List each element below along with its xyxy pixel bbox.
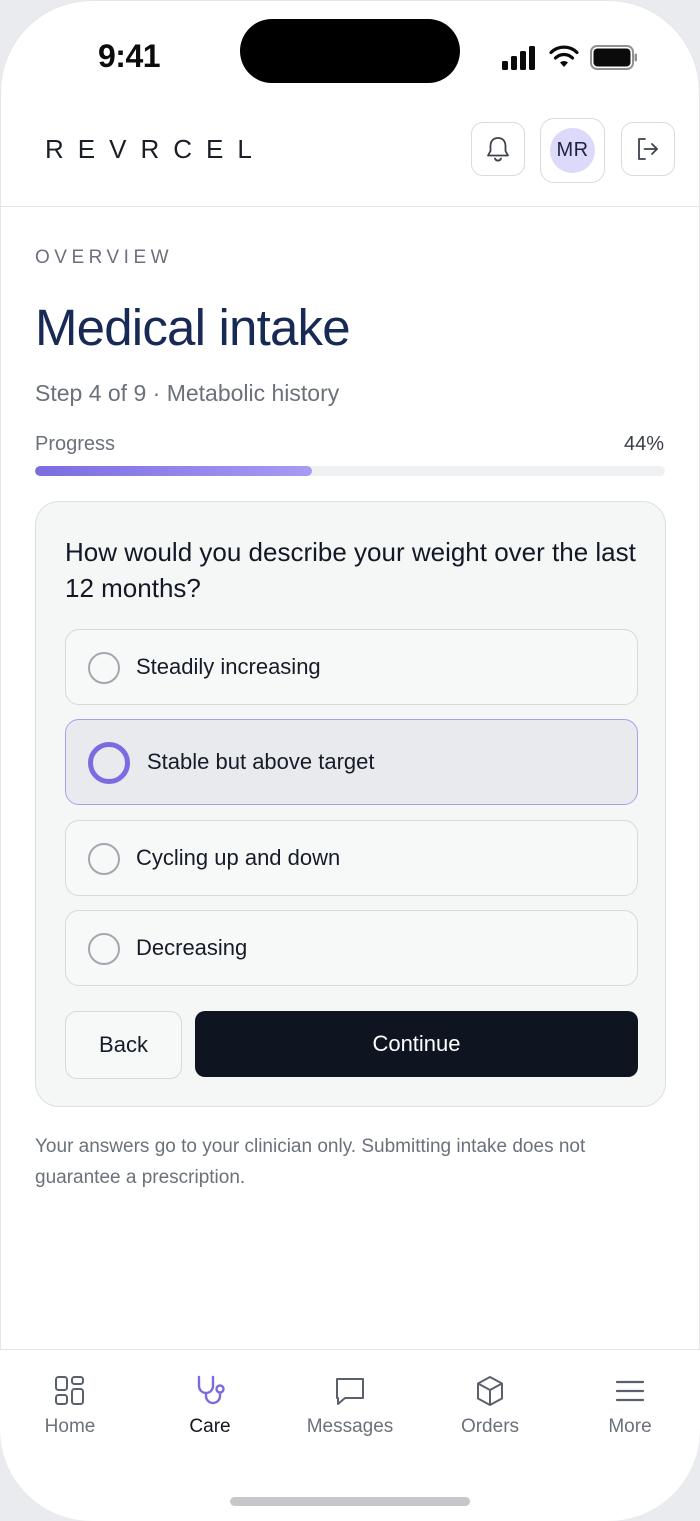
option-steadily-increasing[interactable]: Steadily increasing bbox=[65, 629, 638, 705]
box-icon bbox=[477, 1376, 503, 1406]
stethoscope-icon bbox=[197, 1375, 225, 1405]
section-eyebrow: OVERVIEW bbox=[35, 247, 174, 268]
bell-icon bbox=[487, 137, 509, 162]
nav-item-care[interactable]: Care bbox=[140, 1374, 280, 1444]
nav-label: Messages bbox=[306, 1416, 394, 1437]
continue-button[interactable]: Continue bbox=[195, 1011, 638, 1077]
option-stable-above-target[interactable]: Stable but above target bbox=[65, 719, 638, 805]
question-text: How would you describe your weight over … bbox=[65, 537, 636, 603]
dynamic-island bbox=[240, 19, 460, 83]
back-button[interactable]: Back bbox=[65, 1011, 182, 1079]
nav-item-more[interactable]: More bbox=[560, 1374, 700, 1444]
notifications-button[interactable] bbox=[471, 122, 525, 176]
option-label: Cycling up and down bbox=[136, 845, 341, 870]
battery-icon bbox=[590, 45, 637, 70]
app-header: REVRCEL MR bbox=[0, 110, 700, 207]
home-indicator[interactable] bbox=[230, 1497, 470, 1506]
nav-label: Care bbox=[189, 1416, 231, 1437]
disclaimer-text: Your answers go to your clinician only. … bbox=[35, 1136, 586, 1188]
progress-value: 44% bbox=[623, 433, 664, 455]
phone-screen: 9:41 REVRCEL MR OVERVIEW Medical intake … bbox=[0, 0, 700, 1521]
option-label: Stable but above target bbox=[147, 749, 375, 774]
nav-item-orders[interactable]: Orders bbox=[420, 1374, 560, 1444]
nav-label: Home bbox=[44, 1416, 96, 1437]
nav-item-home[interactable]: Home bbox=[0, 1374, 140, 1444]
nav-label: More bbox=[608, 1416, 652, 1437]
nav-label: Orders bbox=[460, 1416, 520, 1437]
bottom-nav: Home Care Messages Orders More bbox=[0, 1349, 700, 1521]
progress-bar bbox=[35, 466, 665, 476]
menu-icon bbox=[615, 1380, 645, 1402]
grid-icon bbox=[55, 1376, 84, 1405]
progress-label: Progress bbox=[35, 433, 116, 455]
nav-item-messages[interactable]: Messages bbox=[280, 1374, 420, 1444]
radio-button[interactable] bbox=[88, 652, 120, 684]
page-title: Medical intake bbox=[35, 299, 351, 356]
option-label: Decreasing bbox=[136, 935, 248, 960]
radio-button[interactable] bbox=[88, 933, 120, 965]
wifi-icon bbox=[549, 45, 579, 67]
radio-button-selected[interactable] bbox=[88, 742, 130, 784]
option-decreasing[interactable]: Decreasing bbox=[65, 910, 638, 986]
cellular-signal-icon bbox=[502, 46, 536, 70]
avatar: MR bbox=[550, 128, 595, 173]
logout-icon bbox=[638, 138, 658, 160]
option-label: Steadily increasing bbox=[136, 654, 321, 679]
logout-button[interactable] bbox=[621, 122, 675, 176]
status-time: 9:41 bbox=[98, 38, 161, 74]
status-bar: 9:41 bbox=[0, 0, 700, 110]
step-indicator: Step 4 of 9 · Metabolic history bbox=[35, 380, 340, 406]
radio-button[interactable] bbox=[88, 843, 120, 875]
profile-button[interactable]: MR bbox=[540, 118, 605, 183]
chat-icon bbox=[336, 1378, 364, 1405]
brand-logo[interactable]: REVRCEL bbox=[45, 134, 266, 165]
question-card: How would you describe your weight over … bbox=[35, 501, 666, 1107]
progress-bar-fill bbox=[35, 466, 313, 476]
option-cycling-up-down[interactable]: Cycling up and down bbox=[65, 820, 638, 896]
